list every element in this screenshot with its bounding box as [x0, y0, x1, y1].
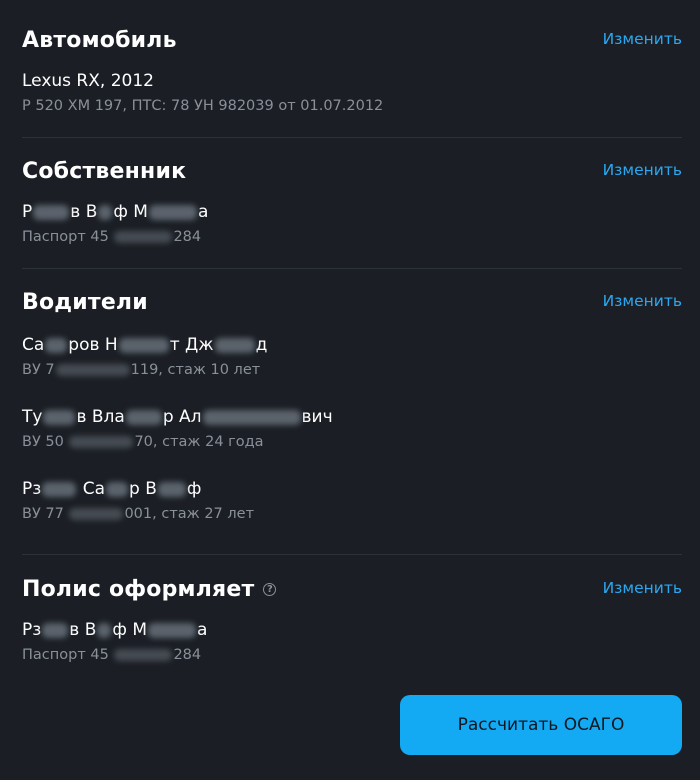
driver-item: Ту в Вла р Ал вич ВУ 50 70, стаж 24 года: [22, 406, 682, 452]
calculate-osago-button[interactable]: Рассчитать ОСАГО: [400, 695, 682, 755]
driver-license-part: ВУ 50: [22, 434, 64, 450]
driver-name-part: р Ал: [162, 407, 202, 427]
redacted-text: [118, 337, 169, 353]
redacted-text: [98, 204, 113, 220]
redacted-text: [45, 337, 68, 353]
drivers-section-header: Водители Изменить: [22, 290, 682, 320]
redacted-text: [42, 481, 77, 497]
redacted-text: [55, 364, 130, 376]
policyholder-edit-link[interactable]: Изменить: [603, 579, 682, 597]
policyholder-name-part: ф М: [112, 620, 147, 640]
driver-name-part: т Дж: [169, 335, 214, 355]
drivers-section-title: Водители: [22, 290, 148, 315]
redacted-text: [114, 649, 173, 661]
owner-name-part: ф М: [113, 202, 148, 222]
policyholder-passport-part: Паспорт 45: [22, 647, 109, 663]
redacted-text: [97, 622, 112, 638]
owner-passport: Паспорт 45 284: [22, 227, 682, 247]
driver-name-part: в Вла: [76, 407, 125, 427]
driver-item: Са ров Н т Дж д ВУ 7 119, стаж 10 лет: [22, 334, 682, 380]
redacted-text: [214, 337, 255, 353]
redacted-text: [148, 204, 197, 220]
driver-license-part: 119, стаж 10 лет: [130, 362, 261, 378]
redacted-text: [69, 436, 134, 448]
redacted-text: [148, 622, 196, 638]
driver-license: ВУ 77 001, стаж 27 лет: [22, 504, 682, 524]
driver-name-part: ров Н: [68, 335, 118, 355]
drivers-section: Водители Изменить Са ров Н т Дж д ВУ 7 119, …: [22, 290, 682, 522]
redacted-text: [43, 409, 76, 425]
driver-name-part: р В: [129, 479, 157, 499]
redacted-text: [69, 508, 124, 520]
driver-license-part: ВУ 77: [22, 506, 64, 522]
driver-name-part: д: [255, 335, 268, 355]
policyholder-section: Полис оформляет ? Изменить Рз в В ф М а Пас…: [22, 577, 682, 663]
owner-entry: Рв В ф М а Паспорт 45 284: [22, 201, 682, 247]
driver-name-part: Са: [22, 335, 45, 355]
owner-edit-link[interactable]: Изменить: [603, 161, 682, 179]
driver-license: ВУ 50 70, стаж 24 года: [22, 432, 682, 452]
policyholder-entry: Рз в В ф М а Паспорт 45 284: [22, 619, 682, 665]
owner-section: Собственник Изменить Рв В ф М а Паспорт 45…: [22, 159, 682, 245]
owner-passport-part: 284: [173, 229, 202, 245]
redacted-text: [125, 409, 162, 425]
car-details: Р 520 ХМ 197, ПТС: 78 УН 982039 от 01.07…: [22, 98, 384, 114]
driver-name-part: вич: [301, 407, 333, 427]
driver-name-part: ф: [186, 479, 202, 499]
car-entry: Lexus RX, 2012 Р 520 ХМ 197, ПТС: 78 УН …: [22, 70, 682, 116]
divider: [22, 268, 682, 269]
redacted-text: [33, 204, 70, 220]
owner-name-part: в В: [70, 202, 98, 222]
driver-name-part: Са: [82, 479, 105, 499]
owner-section-header: Собственник Изменить: [22, 159, 682, 189]
car-section: Автомобиль Изменить Lexus RX, 2012 Р 520…: [22, 28, 682, 114]
owner-name-part: а: [197, 202, 209, 222]
car-section-header: Автомобиль Изменить: [22, 28, 682, 58]
driver-name-part: Ту: [22, 407, 43, 427]
redacted-text: [114, 231, 173, 243]
policyholder-section-header: Полис оформляет ? Изменить: [22, 577, 682, 607]
redacted-text: [42, 622, 69, 638]
policyholder-name-part: Рз: [22, 620, 42, 640]
driver-license-part: ВУ 7: [22, 362, 55, 378]
driver-name-part: Рз: [22, 479, 42, 499]
policyholder-name: Рз в В ф М а: [22, 619, 682, 641]
car-section-title: Автомобиль: [22, 28, 177, 53]
policyholder-passport-part: 284: [173, 647, 202, 663]
driver-name: Ту в Вла р Ал вич: [22, 406, 682, 428]
policyholder-section-title: Полис оформляет ?: [22, 577, 277, 602]
driver-name: Рз Са р В ф: [22, 478, 682, 500]
car-name: Lexus RX, 2012: [22, 71, 154, 91]
driver-license: ВУ 7 119, стаж 10 лет: [22, 360, 682, 380]
owner-name: Рв В ф М а: [22, 201, 682, 223]
owner-passport-part: Паспорт 45: [22, 229, 109, 245]
question-circle-icon[interactable]: ?: [263, 583, 277, 596]
driver-item: Рз Са р В ф ВУ 77 001, стаж 27 лет: [22, 478, 682, 524]
redacted-text: [157, 481, 186, 497]
owner-section-title: Собственник: [22, 159, 187, 184]
owner-name-part: Р: [22, 202, 33, 222]
divider: [22, 137, 682, 138]
policyholder-name-part: а: [197, 620, 208, 640]
redacted-text: [202, 409, 301, 425]
drivers-edit-link[interactable]: Изменить: [603, 292, 682, 310]
driver-name: Са ров Н т Дж д: [22, 334, 682, 356]
car-edit-link[interactable]: Изменить: [603, 30, 682, 48]
redacted-text: [106, 481, 128, 497]
divider: [22, 554, 682, 555]
driver-license-part: 001, стаж 27 лет: [124, 506, 255, 522]
policyholder-name-part: в В: [69, 620, 97, 640]
policyholder-title-text: Полис оформляет: [22, 577, 255, 602]
driver-license-part: 70, стаж 24 года: [134, 434, 264, 450]
policyholder-passport: Паспорт 45 284: [22, 645, 682, 665]
